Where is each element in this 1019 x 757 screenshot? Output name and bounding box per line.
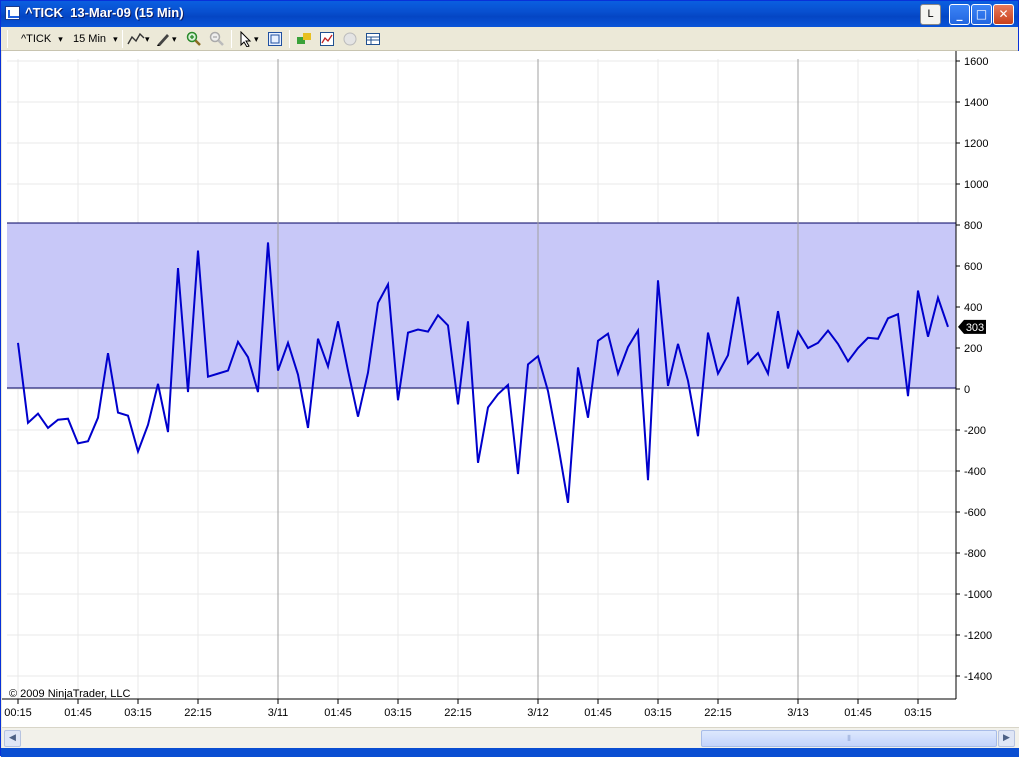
y-tick-label: 0	[964, 384, 970, 396]
y-tick-label: -600	[964, 507, 986, 519]
x-tick-label: 01:45	[584, 707, 612, 719]
horizontal-scrollbar[interactable]: ◀ ⦀ ▶	[2, 727, 1019, 748]
toolbar: ^TICK ▾ 15 Min ▾ ▾ ▾ ▾	[1, 27, 1018, 51]
zoom-out-icon[interactable]	[209, 31, 225, 47]
x-tick-label: 3/13	[787, 707, 808, 719]
last-value-label: 303	[966, 322, 984, 334]
x-tick-label: 3/11	[268, 707, 289, 719]
x-tick-label: 00:15	[4, 707, 32, 719]
y-tick-label: 1400	[964, 97, 988, 109]
chevron-down-icon[interactable]: ▾	[254, 30, 259, 48]
close-button[interactable]: ✕	[993, 4, 1014, 25]
maximize-button[interactable]: □	[971, 4, 992, 25]
x-tick-label: 22:15	[184, 707, 212, 719]
copyright-text: © 2009 NinjaTrader, LLC	[9, 688, 130, 700]
x-tick-label: 03:15	[904, 707, 932, 719]
link-button[interactable]: L	[920, 4, 941, 25]
x-tick-label: 01:45	[324, 707, 352, 719]
x-tick-label: 03:15	[384, 707, 412, 719]
instrument-label: ^TICK	[21, 33, 51, 45]
y-tick-label: -400	[964, 466, 986, 478]
scroll-right-button[interactable]: ▶	[998, 730, 1015, 747]
interval-selector[interactable]: 15 Min ▾	[73, 30, 118, 48]
y-tick-label: -1200	[964, 630, 992, 642]
chart-app-icon	[5, 6, 20, 20]
instrument-link-icon[interactable]	[296, 31, 312, 47]
x-tick-label: 01:45	[844, 707, 872, 719]
last-value-marker: 303	[958, 320, 986, 334]
y-tick-label: 400	[964, 302, 982, 314]
y-tick-label: 1200	[964, 138, 988, 150]
interval-label: 15 Min	[73, 33, 106, 45]
band	[7, 223, 956, 388]
y-tick-label: 800	[964, 220, 982, 232]
chevron-down-icon[interactable]: ▾	[145, 30, 150, 48]
x-tick-label: 22:15	[704, 707, 732, 719]
y-tick-label: 600	[964, 261, 982, 273]
chevron-down-icon: ▾	[58, 34, 63, 44]
data-box-icon[interactable]	[267, 31, 283, 47]
pointer-icon[interactable]	[238, 31, 254, 47]
x-tick-label: 01:45	[64, 707, 92, 719]
pencil-icon[interactable]	[155, 31, 171, 47]
scroll-left-button[interactable]: ◀	[4, 730, 21, 747]
y-tick-label: 1600	[964, 56, 988, 68]
ninjatrader-chart-window: ^TICK 13-Mar-09 (15 Min) L _ □ ✕ ^TICK ▾…	[0, 0, 1019, 756]
zoom-in-icon[interactable]	[186, 31, 202, 47]
y-tick-label: -1000	[964, 589, 992, 601]
chart-properties-icon[interactable]	[319, 31, 335, 47]
toolbar-separator	[122, 30, 123, 48]
line-drawing-icon[interactable]	[127, 31, 145, 47]
toolbar-grip	[7, 30, 8, 48]
circle-icon[interactable]	[342, 31, 358, 47]
y-tick-label: 200	[964, 343, 982, 355]
y-tick-label: 1000	[964, 179, 988, 191]
y-tick-label: -800	[964, 548, 986, 560]
toolbar-separator	[289, 30, 290, 48]
chart-panel[interactable]: 1600 1400 1200 1000 800 600 400 200 0 -200 -400 -60…	[2, 51, 1019, 727]
toolbar-separator	[231, 30, 232, 48]
title-bar[interactable]: ^TICK 13-Mar-09 (15 Min) L _ □ ✕	[1, 1, 1018, 27]
table-icon[interactable]	[365, 31, 381, 47]
x-tick-label: 03:15	[644, 707, 672, 719]
minimize-button[interactable]: _	[949, 4, 970, 25]
band-fill	[7, 223, 956, 388]
scroll-thumb[interactable]: ⦀	[701, 730, 997, 747]
y-tick-label: -1400	[964, 671, 992, 683]
x-tick-label: 03:15	[124, 707, 152, 719]
instrument-selector[interactable]: ^TICK ▾	[21, 30, 63, 48]
chevron-down-icon[interactable]: ▾	[172, 30, 177, 48]
x-tick-label: 3/12	[527, 707, 548, 719]
x-tick-label: 22:15	[444, 707, 472, 719]
tick-chart[interactable]: 1600 1400 1200 1000 800 600 400 200 0 -200 -400 -60…	[2, 51, 1019, 727]
y-tick-label: -200	[964, 425, 986, 437]
window-title: ^TICK 13-Mar-09 (15 Min)	[25, 5, 184, 20]
chevron-down-icon: ▾	[113, 34, 118, 44]
